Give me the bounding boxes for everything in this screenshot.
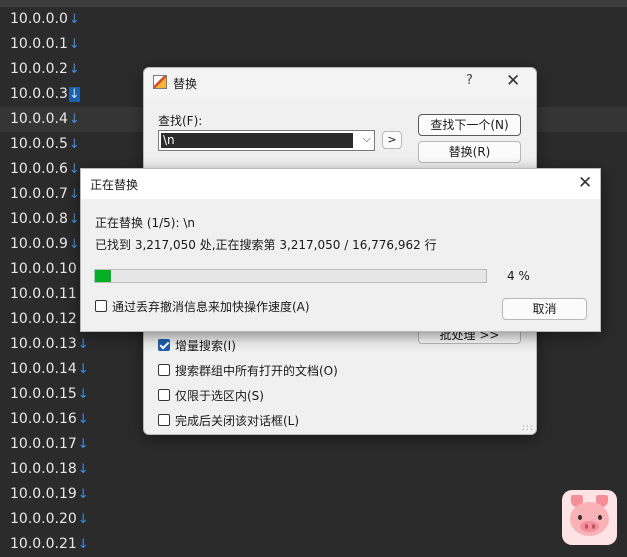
editor-line-text: 10.0.0.21 — [10, 536, 77, 552]
replace-dialog-titlebar[interactable]: 替换 ? ✕ — [144, 68, 536, 98]
line-feed-icon: ↓ — [68, 237, 80, 252]
editor-line-text: 10.0.0.20 — [10, 511, 77, 527]
line-feed-icon: ↓ — [77, 412, 89, 427]
chevron-down-icon[interactable]: ⌵ — [363, 132, 371, 146]
regex-menu-button[interactable]: > — [382, 131, 402, 149]
pig-eye-right — [598, 515, 602, 520]
replace-button[interactable]: 替换(R) — [418, 141, 521, 163]
editor-line-text: 10.0.0.17 — [10, 436, 77, 452]
editor-line-text: 10.0.0.7 — [10, 186, 68, 202]
option-checkbox[interactable] — [158, 364, 170, 376]
replace-option[interactable]: 搜索群组中所有打开的文档(O) — [158, 361, 338, 379]
pig-eye-left — [578, 515, 582, 520]
editor-line[interactable]: 10.0.0.19↓ — [0, 482, 627, 507]
find-label: 查找(F): — [158, 114, 203, 128]
replace-status-text: 正在替换 (1/5): \n — [95, 216, 195, 230]
editor-line[interactable]: 10.0.0.20↓ — [0, 507, 627, 532]
line-feed-icon: ↓ — [68, 87, 80, 102]
editor-line-text: 10.0.0.12 — [10, 311, 77, 327]
option-label: 增量搜索(I) — [175, 338, 236, 353]
line-feed-icon: ↓ — [68, 162, 80, 177]
found-count-text: 已找到 3,217,050 处,正在搜索第 3,217,050 / 16,776… — [95, 238, 437, 252]
editor-line-text: 10.0.0.14 — [10, 361, 77, 377]
progress-dialog-title: 正在替换 — [90, 178, 139, 192]
line-feed-icon: ↓ — [68, 187, 80, 202]
option-checkbox[interactable] — [158, 339, 170, 351]
speedup-label: 通过丢弃撤消信息来加快操作速度(A) — [112, 299, 310, 314]
replace-option[interactable]: 完成后关闭该对话框(L) — [158, 411, 299, 429]
editor-line-text: 10.0.0.10 — [10, 261, 77, 277]
line-feed-icon: ↓ — [77, 337, 89, 352]
speedup-checkbox[interactable] — [95, 300, 107, 312]
line-feed-icon: ↓ — [68, 37, 80, 52]
editor-line[interactable]: 10.0.0.18↓ — [0, 457, 627, 482]
editor-line-text: 10.0.0.4 — [10, 111, 68, 127]
editor-line-text: 10.0.0.9 — [10, 236, 68, 252]
pig-sticker-icon — [562, 490, 617, 545]
find-combobox[interactable]: \n ⌵ — [158, 130, 375, 151]
editor-line-text: 10.0.0.6 — [10, 161, 68, 177]
close-icon[interactable]: ✕ — [578, 173, 592, 193]
notepad-app-icon — [153, 75, 167, 89]
progress-dialog: 正在替换 ✕ 正在替换 (1/5): \n 已找到 3,217,050 处,正在… — [80, 168, 601, 332]
replace-dialog-title: 替换 — [173, 77, 198, 91]
pig-nostril-right — [592, 524, 595, 529]
option-label: 完成后关闭该对话框(L) — [175, 413, 300, 428]
option-label: 仅限于选区内(S) — [175, 388, 264, 403]
line-feed-icon: ↓ — [68, 12, 80, 27]
editor-line[interactable]: 10.0.0.1↓ — [0, 32, 627, 57]
pig-snout — [580, 521, 599, 532]
editor-line[interactable]: 10.0.0.0↓ — [0, 7, 627, 32]
line-feed-icon: ↓ — [77, 512, 89, 527]
editor-line[interactable]: 10.0.0.17↓ — [0, 432, 627, 457]
editor-line-text: 10.0.0.19 — [10, 486, 77, 502]
line-feed-icon: ↓ — [77, 362, 89, 377]
editor-line-text: 10.0.0.15 — [10, 386, 77, 402]
line-feed-icon: ↓ — [77, 537, 89, 552]
line-feed-icon: ↓ — [77, 487, 89, 502]
editor-line[interactable]: 10.0.0.21↓ — [0, 532, 627, 557]
find-input[interactable]: \n — [161, 133, 353, 148]
editor-line-text: 10.0.0.18 — [10, 461, 77, 477]
find-next-button[interactable]: 查找下一个(N) — [418, 114, 521, 136]
editor-line-text: 10.0.0.13 — [10, 336, 77, 352]
line-feed-icon: ↓ — [77, 437, 89, 452]
progress-bar — [94, 269, 487, 283]
editor-line-text: 10.0.0.3 — [10, 86, 68, 102]
line-feed-icon: ↓ — [77, 462, 89, 477]
help-icon[interactable]: ? — [466, 73, 473, 88]
cancel-button[interactable]: 取消 — [502, 298, 587, 320]
line-feed-icon: ↓ — [68, 112, 80, 127]
replace-option[interactable]: 仅限于选区内(S) — [158, 386, 264, 404]
progress-bar-fill — [95, 270, 111, 282]
editor-line-text: 10.0.0.11 — [10, 286, 77, 302]
progress-percent-text: 4 % — [507, 269, 530, 283]
resize-grip-icon[interactable]: ::: — [522, 423, 534, 433]
close-icon[interactable]: ✕ — [506, 71, 520, 91]
line-feed-icon: ↓ — [77, 387, 89, 402]
option-checkbox[interactable] — [158, 414, 170, 426]
line-feed-icon: ↓ — [68, 212, 80, 227]
replace-option[interactable]: 增量搜索(I) — [158, 336, 236, 354]
editor-top-edge — [0, 0, 627, 7]
option-checkbox[interactable] — [158, 389, 170, 401]
editor-line-text: 10.0.0.1 — [10, 36, 68, 52]
editor-line-text: 10.0.0.2 — [10, 61, 68, 77]
editor-line-text: 10.0.0.16 — [10, 411, 77, 427]
line-feed-icon: ↓ — [68, 62, 80, 77]
line-feed-icon: ↓ — [68, 137, 80, 152]
editor-line-text: 10.0.0.0 — [10, 11, 68, 27]
pig-nostril-left — [585, 524, 588, 529]
progress-dialog-titlebar[interactable]: 正在替换 ✕ — [81, 169, 600, 199]
option-label: 搜索群组中所有打开的文档(O) — [175, 363, 338, 378]
speedup-option[interactable]: 通过丢弃撤消信息来加快操作速度(A) — [95, 297, 310, 315]
editor-line-text: 10.0.0.5 — [10, 136, 68, 152]
editor-line-text: 10.0.0.8 — [10, 211, 68, 227]
